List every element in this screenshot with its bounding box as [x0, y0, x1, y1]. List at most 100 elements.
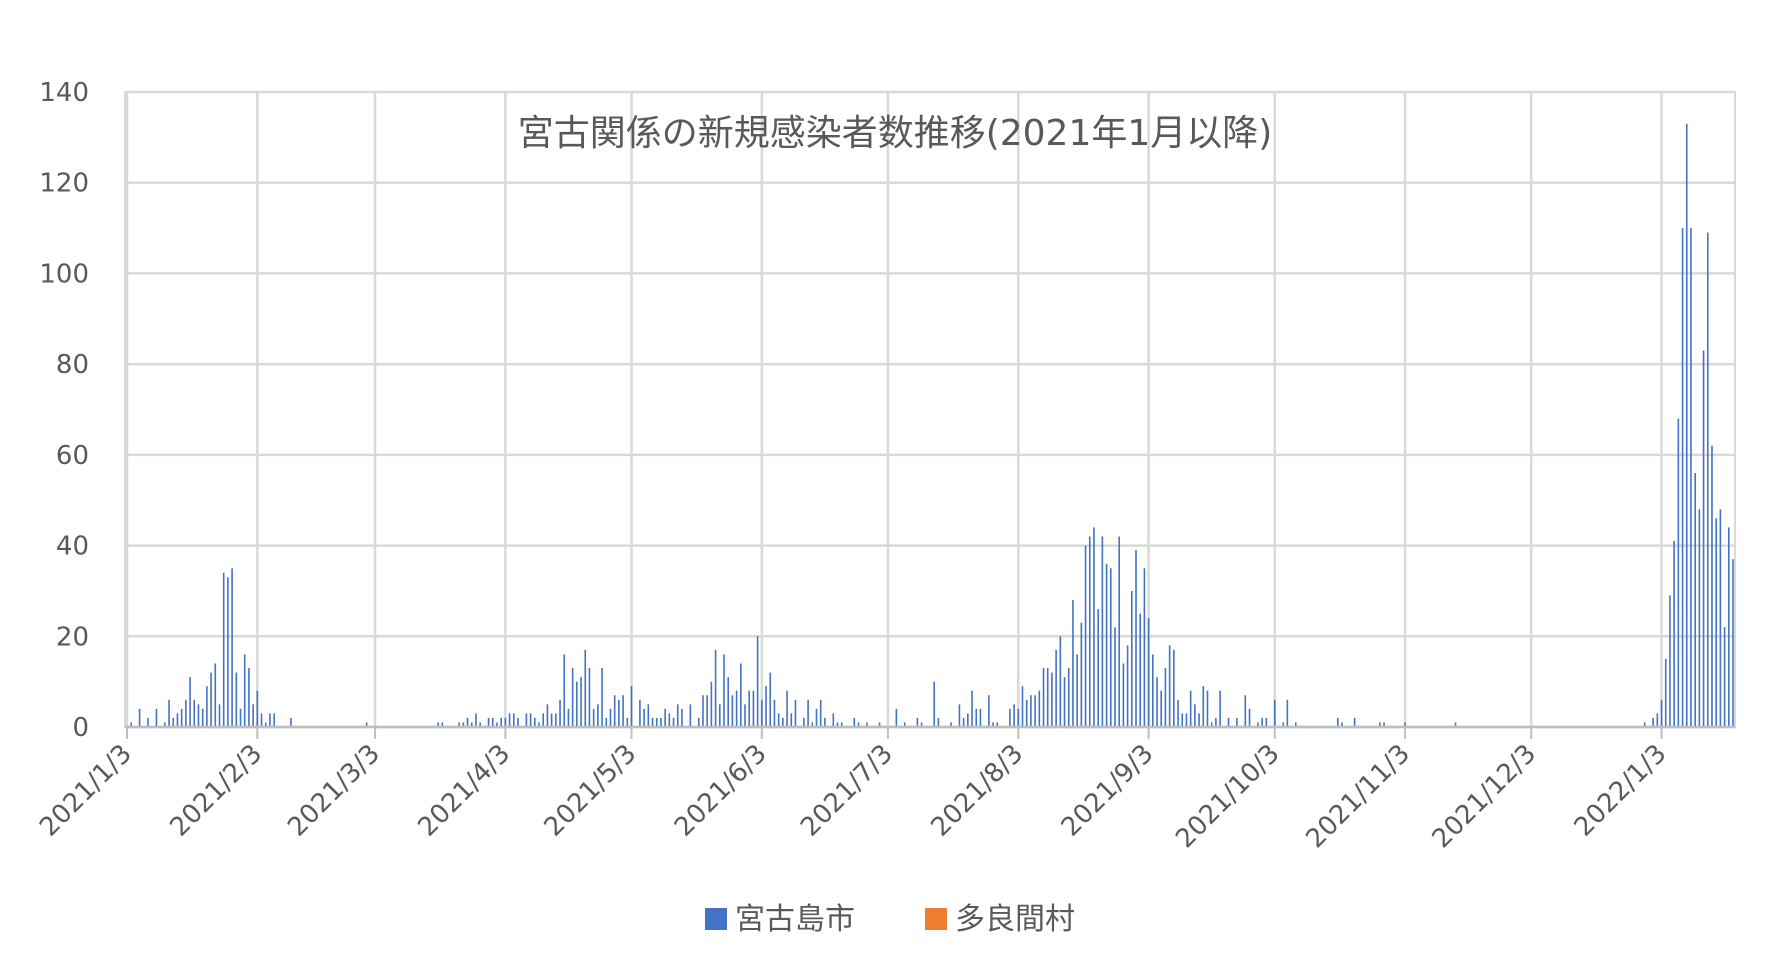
data-bar — [1694, 473, 1696, 727]
data-bar — [1690, 228, 1692, 728]
chart-container: 0 20 40 60 80 100 120 140 2021/1/3 2021/2/3 2021/3… — [0, 0, 1774, 976]
data-bar — [512, 713, 515, 727]
data-bar — [605, 717, 608, 727]
data-bar — [735, 690, 738, 727]
data-bar — [626, 717, 629, 727]
data-bar — [689, 704, 692, 727]
covid-cases-chart: 0204060801001201402021/1/3 2021/2/3 2021/3… — [0, 0, 1774, 976]
data-bar — [714, 649, 717, 727]
data-bar — [933, 681, 936, 727]
data-bar — [1084, 545, 1087, 727]
data-bar — [256, 690, 259, 727]
data-bar — [895, 708, 898, 727]
data-bar — [1673, 541, 1675, 727]
data-bar — [710, 681, 713, 727]
data-bar — [584, 649, 587, 727]
data-bar — [971, 690, 973, 727]
data-bar — [622, 695, 624, 727]
data-bar — [1156, 677, 1158, 727]
data-bar — [1072, 600, 1074, 727]
data-bar — [752, 690, 755, 727]
data-bar — [1261, 717, 1263, 727]
data-bar — [773, 699, 776, 727]
data-bar — [815, 708, 818, 727]
data-bar — [491, 717, 494, 727]
data-bar — [1135, 550, 1137, 727]
data-bar — [630, 686, 633, 727]
data-bar — [1152, 654, 1154, 727]
data-bar — [988, 695, 990, 727]
data-bar — [1063, 677, 1066, 727]
data-bar — [189, 677, 191, 727]
data-bar — [609, 708, 612, 727]
data-bar — [702, 695, 704, 727]
data-bar — [1147, 618, 1150, 727]
data-bar — [1164, 668, 1167, 727]
data-bar — [967, 713, 969, 727]
data-bar — [487, 717, 490, 727]
data-bar — [1059, 636, 1062, 727]
y-tick-label: 140 — [39, 78, 89, 108]
data-bar — [1732, 559, 1734, 727]
data-bar — [592, 708, 595, 727]
legend-label: 多良間村 — [955, 902, 1075, 937]
data-bar — [500, 717, 502, 727]
data-bar — [639, 699, 641, 727]
data-bar — [550, 713, 553, 727]
data-bar — [1660, 699, 1663, 727]
chart-title: 宮古関係の新規感染者数推移(2021年1月以降) — [518, 113, 1273, 154]
data-bar — [1677, 418, 1680, 727]
data-bar — [1030, 695, 1032, 727]
data-bar — [853, 717, 856, 727]
data-bar — [563, 654, 566, 727]
data-bar — [559, 699, 561, 727]
data-bar — [172, 717, 175, 727]
data-bar — [979, 708, 982, 727]
data-bar — [1013, 704, 1015, 727]
data-bar — [1034, 695, 1036, 727]
data-bar — [824, 717, 826, 727]
data-bar — [248, 668, 250, 727]
data-bar — [1189, 690, 1192, 727]
data-bar — [210, 672, 212, 727]
data-bar — [1160, 690, 1163, 727]
data-bar — [832, 713, 835, 727]
data-bar — [1009, 708, 1011, 727]
data-bar — [1664, 658, 1667, 727]
data-bar — [147, 717, 149, 727]
data-bar — [235, 672, 238, 727]
data-bar — [601, 668, 603, 727]
data-bar — [1173, 649, 1175, 727]
data-bar — [1265, 717, 1268, 727]
data-bar — [962, 717, 965, 727]
data-bar — [1080, 622, 1083, 727]
data-bar — [542, 713, 545, 727]
data-bar — [748, 690, 751, 727]
y-tick-label: 80 — [56, 350, 89, 380]
data-bar — [155, 708, 158, 727]
y-tick-label: 20 — [56, 622, 89, 652]
data-bar — [1067, 668, 1070, 727]
data-bar — [1248, 708, 1251, 727]
data-bar — [761, 699, 763, 727]
data-bar — [782, 717, 784, 727]
data-bar — [916, 717, 919, 727]
data-bar — [243, 654, 246, 727]
data-bar — [1244, 695, 1247, 727]
data-bar — [1017, 708, 1020, 727]
data-bar — [975, 708, 978, 727]
data-bar — [546, 704, 549, 727]
data-bar — [138, 708, 141, 727]
data-bar — [1206, 690, 1209, 727]
data-bar — [676, 704, 679, 727]
legend-label: 宮古島市 — [735, 902, 855, 937]
data-bar — [1051, 672, 1053, 727]
data-bar — [769, 672, 772, 727]
data-bar — [290, 717, 292, 727]
data-bar — [1109, 568, 1112, 727]
data-bar — [647, 704, 650, 727]
data-bar — [1042, 668, 1045, 727]
data-bar — [260, 713, 263, 727]
data-bar — [193, 699, 196, 727]
data-bar — [672, 717, 675, 727]
